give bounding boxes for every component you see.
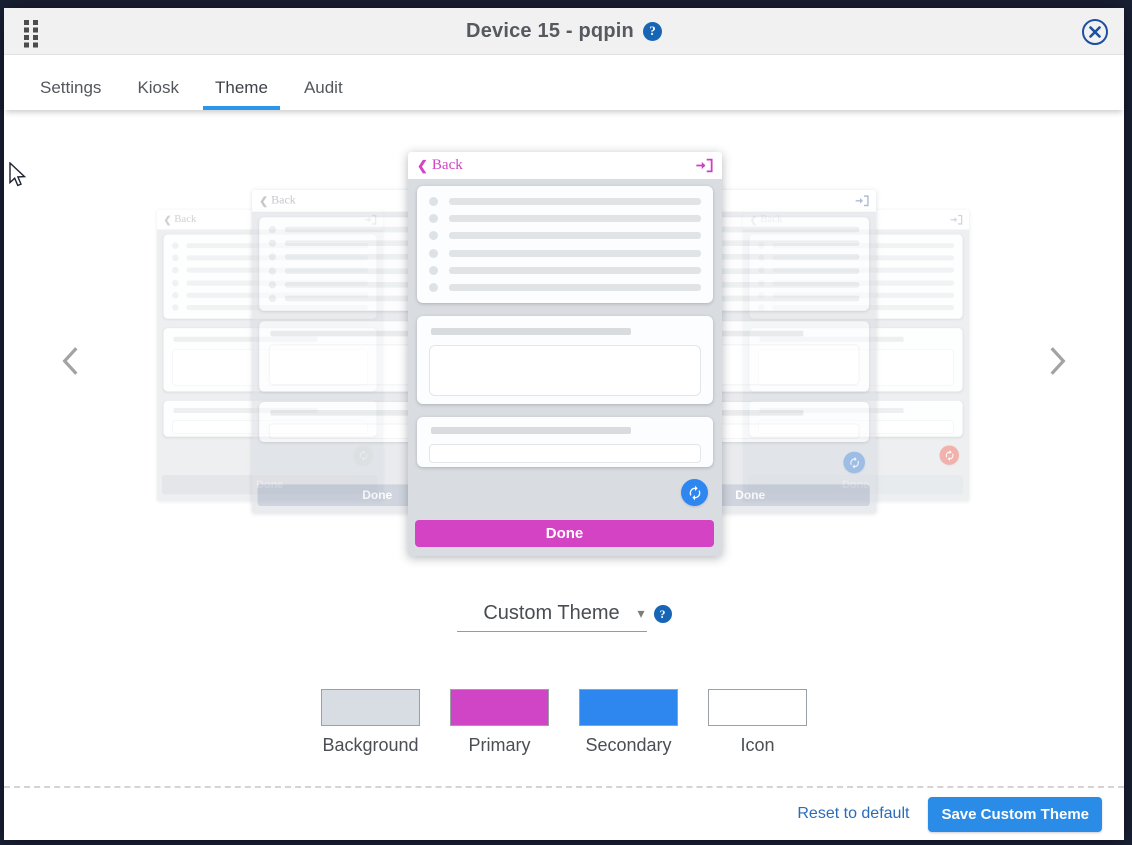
refresh-icon — [940, 445, 959, 464]
page-title: Device 15 - pqpin — [466, 20, 634, 43]
primary-color-swatch[interactable] — [450, 689, 549, 726]
preview-list-card — [417, 186, 713, 303]
swatch-background: Background — [321, 689, 420, 756]
bullet-dot — [172, 255, 178, 261]
preview-body: Done — [408, 179, 722, 556]
swatch-label: Secondary — [585, 735, 671, 756]
icon-color-swatch[interactable] — [708, 689, 807, 726]
preview-textarea — [429, 345, 701, 396]
theme-select-value: Custom Theme — [483, 602, 619, 625]
close-icon[interactable] — [1082, 19, 1108, 45]
bullet-dot — [269, 226, 276, 233]
back-chevron-icon: ❮ — [417, 158, 428, 174]
theme-preview-center[interactable]: ❮Back — [408, 152, 722, 556]
tab-theme[interactable]: Theme — [203, 55, 280, 110]
bullet-dot — [269, 295, 276, 302]
preview-list-row — [429, 266, 701, 275]
theme-select-dropdown[interactable]: Custom Theme ▾ — [457, 596, 647, 632]
preview-topbar: ❮Back — [408, 152, 722, 179]
theme-tab-content: ❮Back — [4, 110, 1124, 786]
modal-titlebar: Device 15 - pqpin ? — [4, 8, 1124, 55]
preview-back-link: ❮Back — [163, 214, 196, 226]
chevron-left-icon[interactable] — [58, 344, 84, 378]
preview-done-button: Done — [415, 520, 714, 547]
bullet-dot — [429, 283, 438, 292]
background-color-swatch[interactable] — [321, 689, 420, 726]
chevron-right-icon[interactable] — [1044, 344, 1070, 378]
sign-in-icon — [950, 214, 963, 225]
preview-input — [429, 444, 701, 463]
text-placeholder-bar — [449, 215, 701, 222]
preview-back-link: ❮Back — [259, 194, 296, 208]
preview-list-row — [429, 283, 701, 292]
modal-footer: Reset to default Save Custom Theme — [4, 786, 1124, 840]
preview-form-card-small — [417, 417, 713, 467]
refresh-icon — [681, 479, 708, 506]
text-placeholder-bar — [449, 198, 701, 205]
back-chevron-icon: ❮ — [259, 194, 268, 207]
preview-back-label: Back — [432, 157, 463, 174]
bullet-dot — [429, 214, 438, 223]
text-placeholder-bar — [449, 232, 701, 239]
swatch-icon: Icon — [708, 689, 807, 756]
sign-in-icon — [695, 158, 713, 173]
reset-to-default-link[interactable]: Reset to default — [797, 805, 909, 823]
title-help-icon[interactable]: ? — [643, 22, 662, 41]
color-swatches-row: Background Primary Secondary Icon — [4, 689, 1124, 756]
preview-back-label: Back — [174, 214, 196, 226]
swatch-label: Primary — [469, 735, 531, 756]
preview-list-row — [429, 231, 701, 240]
bullet-dot — [172, 267, 178, 273]
tab-settings[interactable]: Settings — [28, 55, 113, 110]
bullet-dot — [172, 304, 178, 310]
chevron-down-icon: ▾ — [637, 605, 644, 622]
theme-help-icon[interactable]: ? — [654, 605, 672, 623]
theme-carousel: ❮Back — [4, 110, 1124, 565]
refresh-icon — [843, 452, 865, 474]
save-custom-theme-button[interactable]: Save Custom Theme — [928, 797, 1102, 832]
device-settings-modal: Device 15 - pqpin ? Settings Kiosk Theme… — [4, 8, 1124, 840]
preview-form-card — [417, 316, 713, 404]
label-placeholder-bar — [270, 331, 430, 337]
theme-select-row: Custom Theme ▾ ? — [4, 596, 1124, 632]
bullet-dot — [269, 240, 276, 247]
swatch-label: Icon — [740, 735, 774, 756]
bullet-dot — [429, 266, 438, 275]
tab-audit[interactable]: Audit — [292, 55, 355, 110]
back-chevron-icon: ❮ — [163, 214, 171, 226]
text-placeholder-bar — [449, 250, 701, 257]
label-placeholder-bar — [431, 427, 631, 434]
modal-title-group: Device 15 - pqpin ? — [4, 20, 1124, 43]
secondary-color-swatch[interactable] — [579, 689, 678, 726]
bullet-dot — [269, 281, 276, 288]
preview-back-link: ❮Back — [417, 157, 463, 174]
sign-in-icon — [855, 195, 869, 207]
bullet-dot — [269, 267, 276, 274]
label-placeholder-bar — [270, 410, 430, 416]
bullet-dot — [172, 242, 178, 248]
bullet-dot — [172, 292, 178, 298]
preview-back-label: Back — [271, 194, 296, 208]
bullet-dot — [429, 197, 438, 206]
swatch-label: Background — [322, 735, 418, 756]
label-placeholder-bar — [431, 328, 631, 335]
text-placeholder-bar — [449, 267, 701, 274]
bullet-dot — [429, 231, 438, 240]
preview-list-row — [429, 197, 701, 206]
bullet-dot — [269, 254, 276, 261]
bullet-dot — [429, 249, 438, 258]
tab-bar: Settings Kiosk Theme Audit — [4, 55, 1124, 110]
bullet-dot — [172, 280, 178, 286]
preview-list-row — [429, 249, 701, 258]
drag-grip-icon[interactable] — [22, 19, 42, 49]
swatch-secondary: Secondary — [579, 689, 678, 756]
preview-list-row — [429, 214, 701, 223]
tab-kiosk[interactable]: Kiosk — [125, 55, 191, 110]
swatch-primary: Primary — [450, 689, 549, 756]
text-placeholder-bar — [449, 284, 701, 291]
